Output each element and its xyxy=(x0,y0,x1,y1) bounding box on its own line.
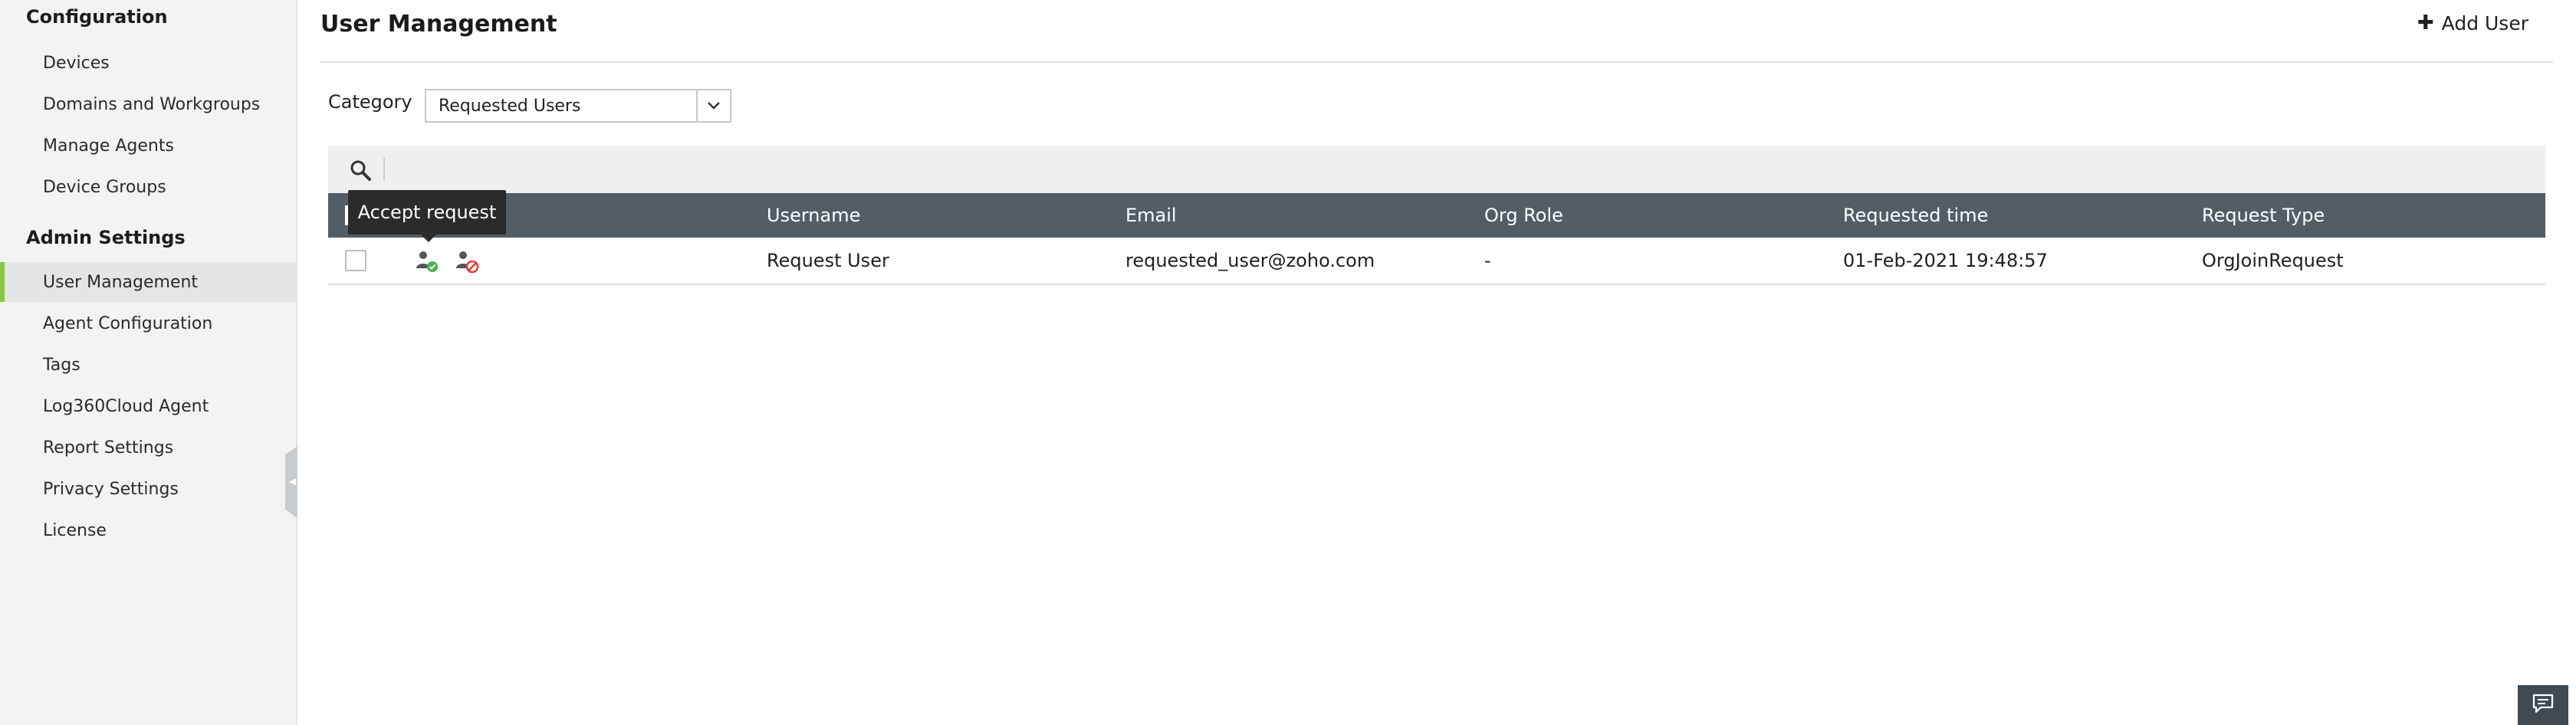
category-selected-value: Requested Users xyxy=(439,96,581,116)
column-header-request-type[interactable]: Request Type xyxy=(2202,193,2325,238)
sidebar-item-label: License xyxy=(43,520,107,540)
sidebar-item-label: Privacy Settings xyxy=(43,479,179,499)
category-select[interactable]: Requested Users xyxy=(425,89,731,123)
cell-username: Request User xyxy=(767,250,889,271)
sidebar-item-privacy-settings[interactable]: Privacy Settings xyxy=(0,469,296,509)
page-title: User Management xyxy=(320,11,557,38)
accept-request-tooltip: Accept request xyxy=(348,190,506,242)
column-header-org-role[interactable]: Org Role xyxy=(1484,193,1563,238)
sidebar-item-label: Report Settings xyxy=(43,438,174,458)
table-header: Username Email Org Role Requested time R… xyxy=(328,193,2545,238)
sidebar-item-label: Tags xyxy=(43,355,80,375)
chat-icon xyxy=(2532,693,2555,717)
toolbar-divider xyxy=(383,158,385,181)
cell-requested-time: 01-Feb-2021 19:48:57 xyxy=(1843,250,2048,271)
sidebar-item-tags[interactable]: Tags xyxy=(0,345,296,385)
cell-request-type: OrgJoinRequest xyxy=(2202,250,2344,271)
sidebar-item-label: User Management xyxy=(43,272,199,292)
cell-email: requested_user@zoho.com xyxy=(1125,250,1375,271)
sidebar-item-label: Devices xyxy=(43,53,110,73)
add-user-label: Add User xyxy=(2441,11,2528,34)
sidebar-item-label: Agent Configuration xyxy=(43,313,213,333)
sidebar-item-label: Manage Agents xyxy=(43,136,174,156)
chevron-left-icon: ◀ xyxy=(289,476,297,487)
column-header-email[interactable]: Email xyxy=(1125,193,1177,238)
sidebar-collapse-handle[interactable]: ◀ xyxy=(285,446,297,518)
reject-user-icon[interactable] xyxy=(454,248,480,274)
header-divider xyxy=(320,61,2553,63)
sidebar-item-domains-and-workgroups[interactable]: Domains and Workgroups xyxy=(0,84,296,124)
sidebar-item-device-groups[interactable]: Device Groups xyxy=(0,167,296,207)
category-label: Category xyxy=(328,91,412,113)
sidebar: Configuration Devices Domains and Workgr… xyxy=(0,0,297,725)
sidebar-item-report-settings[interactable]: Report Settings xyxy=(0,428,296,467)
plus-icon: ✚ xyxy=(2417,11,2434,34)
sidebar-item-log360cloud-agent[interactable]: Log360Cloud Agent xyxy=(0,386,296,426)
chat-button[interactable] xyxy=(2518,685,2568,725)
sidebar-item-license[interactable]: License xyxy=(0,510,296,550)
admin-settings-heading: Admin Settings xyxy=(26,227,186,248)
accept-user-icon[interactable] xyxy=(414,248,440,274)
chevron-down-icon[interactable] xyxy=(696,90,730,121)
column-header-username[interactable]: Username xyxy=(767,193,860,238)
table-row: Request User requested_user@zoho.com - 0… xyxy=(328,238,2545,285)
add-user-button[interactable]: ✚ Add User xyxy=(2417,9,2528,37)
sidebar-item-user-management[interactable]: User Management xyxy=(0,262,296,302)
sidebar-item-label: Device Groups xyxy=(43,177,166,197)
row-checkbox[interactable] xyxy=(345,250,366,271)
search-icon[interactable] xyxy=(348,158,374,184)
sidebar-item-manage-agents[interactable]: Manage Agents xyxy=(0,126,296,166)
sidebar-item-agent-configuration[interactable]: Agent Configuration xyxy=(0,303,296,343)
configuration-heading: Configuration xyxy=(26,6,168,28)
column-header-requested-time[interactable]: Requested time xyxy=(1843,193,1988,238)
sidebar-item-label: Log360Cloud Agent xyxy=(43,396,209,416)
table-toolbar xyxy=(328,146,2545,193)
sidebar-item-label: Domains and Workgroups xyxy=(43,94,261,114)
sidebar-item-devices[interactable]: Devices xyxy=(0,43,296,83)
cell-org-role: - xyxy=(1484,250,1491,271)
